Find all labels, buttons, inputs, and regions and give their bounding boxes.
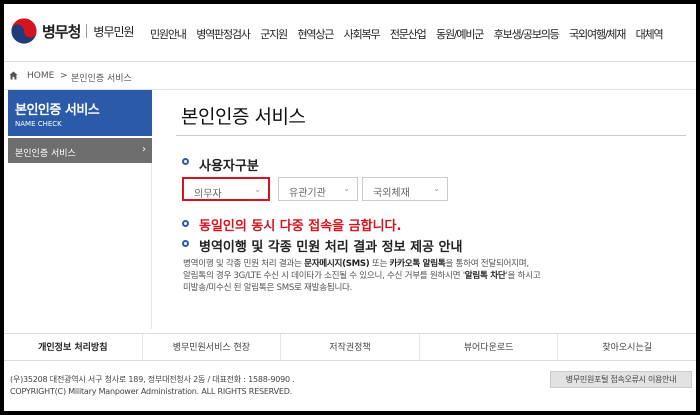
select-value: 유관기관 [289, 188, 326, 199]
main-nav: 민원안내 병역판정검사 군지원 현역상근 사회복무 전문산업 동원/예비군 후보… [150, 26, 673, 42]
nav-item[interactable]: 민원안내 [150, 26, 187, 42]
user-type-select-obligor[interactable]: 의무자 ⌄ [182, 177, 270, 201]
notification-info-heading: 병역이행 및 각종 민원 처리 결과 정보 제공 안내 [199, 240, 463, 255]
chevron-down-icon: ⌄ [433, 184, 440, 193]
concurrent-login-warning: 동일인의 동시 다중 접속을 금합니다. [199, 219, 402, 234]
user-type-heading: 사용자구분 [199, 159, 259, 174]
nav-item[interactable]: 대체역 [636, 26, 664, 42]
nav-item[interactable]: 병역판정검사 [196, 26, 251, 42]
title-divider [176, 135, 686, 136]
circle-bullet-icon [182, 220, 189, 227]
chevron-down-icon: ⌄ [343, 184, 350, 193]
nav-item[interactable]: 동원/예비군 [436, 26, 484, 42]
footer-link-directions[interactable]: 찾아오시는길 [558, 334, 696, 360]
chevron-down-icon: ⌄ [254, 185, 261, 194]
footer-address: (우)35208 대전광역시 서구 청사로 189, 정부대전청사 2동 / 대… [10, 375, 295, 384]
circle-bullet-icon [182, 240, 189, 247]
user-type-select-overseas[interactable]: 국외체재 ⌄ [362, 177, 448, 201]
page-title: 본인인증 서비스 [181, 106, 306, 128]
nav-item[interactable]: 현역상근 [297, 26, 334, 42]
logo-divider [86, 24, 88, 38]
sidebar-header: 본인인증 서비스 NAME CHECK [8, 90, 152, 136]
chevron-right-icon: › [142, 144, 146, 155]
page: 병무청 병무민원 민원안내 병역판정검사 군지원 현역상근 사회복무 전문산업 … [4, 4, 696, 411]
taegeuk-emblem-icon [10, 17, 38, 45]
footer-link-privacy[interactable]: 개인정보 처리방침 [4, 334, 143, 360]
sidebar-item-name-check[interactable]: 본인인증 서비스 › [8, 138, 152, 163]
circle-bullet-icon [182, 158, 189, 165]
sidebar-subtitle: NAME CHECK [15, 120, 62, 128]
nav-item[interactable]: 국외여행/체재 [569, 26, 626, 42]
sidebar-item-label: 본인인증 서비스 [15, 149, 76, 159]
desc-line-1: 병역이행 및 각종 민원 처리 결과는 문자메시지(SMS) 또는 카카오톡 알… [183, 259, 529, 269]
logo-main-text: 병무청 [42, 22, 81, 41]
footer-copyright: COPYRIGHT(C) Military Manpower Administr… [10, 387, 293, 396]
user-type-select-agency[interactable]: 유관기관 ⌄ [278, 177, 358, 201]
footer-links: 개인정보 처리방침 병무민원서비스 현장 저작권정책 뷰어다운로드 찾아오시는길 [4, 333, 696, 361]
select-value: 국외체재 [373, 188, 410, 199]
nav-item[interactable]: 후보생/공보의등 [494, 26, 560, 42]
nav-item[interactable]: 군지원 [260, 26, 288, 42]
select-value: 의무자 [194, 189, 222, 200]
breadcrumb: HOME > 본인인증 서비스 [4, 62, 696, 90]
footer-info: (우)35208 대전광역시 서구 청사로 189, 정부대전청사 2동 / 대… [10, 374, 295, 398]
desc-line-2: 알림톡의 경우 3G/LTE 수신 시 데이타가 소진될 수 있으니, 수신 거… [183, 271, 541, 281]
nav-item[interactable]: 사회복무 [344, 26, 381, 42]
site-logo[interactable]: 병무청 병무민원 [10, 17, 135, 45]
footer-link-charter[interactable]: 병무민원서비스 현장 [143, 334, 282, 360]
breadcrumb-current: 본인인증 서비스 [71, 74, 132, 84]
home-icon[interactable] [9, 71, 18, 80]
sidebar-title: 본인인증 서비스 [15, 103, 100, 118]
connection-error-guide-button[interactable]: 병무민원포털 접속오류시 이용안내 [550, 371, 692, 388]
footer-link-copyright[interactable]: 저작권정책 [281, 334, 420, 360]
desc-line-3: 미발송/미수신 된 알림톡은 SMS로 재발송됩니다. [183, 283, 353, 293]
sidebar-body [8, 163, 152, 329]
notification-description: 병역이행 및 각종 민원 처리 결과는 문자메시지(SMS) 또는 카카오톡 알… [183, 258, 663, 294]
breadcrumb-home[interactable]: HOME [27, 71, 54, 81]
nav-item[interactable]: 전문산업 [390, 26, 427, 42]
header: 병무청 병무민원 민원안내 병역판정검사 군지원 현역상근 사회복무 전문산업 … [4, 4, 696, 62]
footer-link-viewer[interactable]: 뷰어다운로드 [420, 334, 559, 360]
logo-sub-text: 병무민원 [93, 24, 134, 39]
breadcrumb-separator: > [60, 71, 68, 81]
